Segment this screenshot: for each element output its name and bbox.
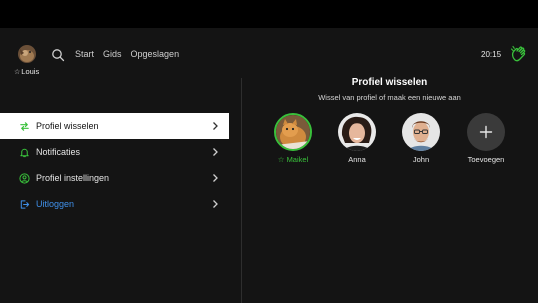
logout-icon bbox=[18, 198, 30, 210]
switch-arrows-icon bbox=[18, 120, 30, 132]
bell-icon bbox=[18, 146, 30, 158]
nav-start[interactable]: Start bbox=[75, 49, 94, 59]
settings-menu: Profiel wisselen Notificaties Profiel in… bbox=[0, 113, 229, 217]
profile-name: Maikel bbox=[286, 155, 309, 164]
menu-item-label: Uitloggen bbox=[36, 199, 75, 209]
avatar bbox=[18, 45, 36, 63]
panel-divider bbox=[241, 78, 242, 303]
add-profile-button[interactable]: Toevoegen bbox=[456, 113, 516, 164]
menu-item-label: Profiel instellingen bbox=[36, 173, 110, 183]
chevron-right-icon bbox=[213, 200, 218, 208]
profile-name: Anna bbox=[348, 155, 366, 164]
profile-maikel[interactable]: ☆ Maikel bbox=[263, 113, 323, 164]
profile-john[interactable]: John bbox=[391, 113, 451, 164]
avatar bbox=[274, 113, 312, 151]
chevron-right-icon bbox=[213, 148, 218, 156]
profile-anna[interactable]: Anna bbox=[327, 113, 387, 164]
add-profile-label: Toevoegen bbox=[467, 155, 505, 164]
search-icon[interactable] bbox=[51, 48, 65, 62]
panel-title: Profiel wisselen bbox=[351, 77, 428, 88]
avatar bbox=[402, 113, 440, 151]
clock: 20:15 bbox=[481, 50, 502, 59]
nav-opgeslagen[interactable]: Opgeslagen bbox=[131, 49, 180, 59]
menu-item-profiel-wisselen[interactable]: Profiel wisselen bbox=[0, 113, 229, 139]
chevron-right-icon bbox=[213, 174, 218, 182]
hand-wave-icon[interactable] bbox=[509, 44, 529, 64]
menu-item-uitloggen[interactable]: Uitloggen bbox=[0, 191, 229, 217]
star-outline-icon: ☆ bbox=[277, 155, 287, 164]
main-nav: Start Gids Opgeslagen bbox=[75, 49, 179, 59]
menu-item-profiel-instellingen[interactable]: Profiel instellingen bbox=[0, 165, 229, 191]
plus-icon bbox=[467, 113, 505, 151]
screen-top-border bbox=[0, 0, 538, 28]
profile-name: John bbox=[412, 155, 430, 164]
nav-gids[interactable]: Gids bbox=[103, 49, 122, 59]
menu-item-label: Profiel wisselen bbox=[36, 121, 99, 131]
menu-item-notificaties[interactable]: Notificaties bbox=[0, 139, 229, 165]
user-name: Louis bbox=[21, 67, 40, 76]
panel-subtitle: Wissel van profiel of maak een nieuwe aa… bbox=[318, 93, 461, 102]
star-outline-icon: ☆ bbox=[14, 69, 21, 76]
avatar bbox=[338, 113, 376, 151]
person-circle-icon bbox=[18, 172, 30, 184]
menu-item-label: Notificaties bbox=[36, 147, 81, 157]
chevron-right-icon bbox=[213, 122, 218, 130]
current-user[interactable]: ☆Louis bbox=[12, 45, 42, 79]
